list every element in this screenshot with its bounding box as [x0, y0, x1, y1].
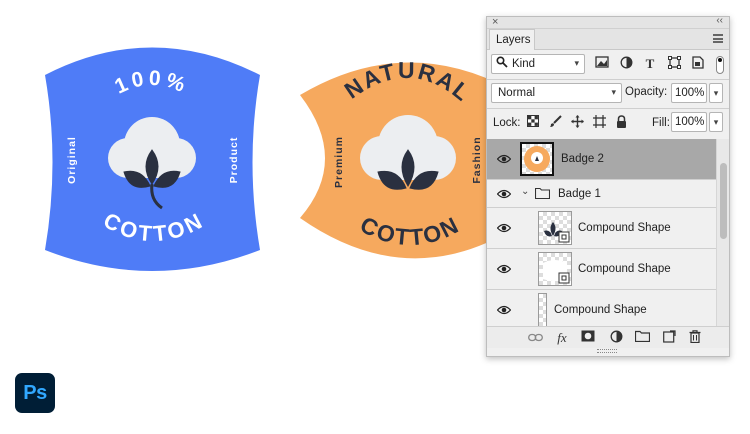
photoshop-logo-text: Ps [23, 381, 47, 404]
layer-name[interactable]: Badge 1 [558, 188, 601, 200]
collapse-panel-icon[interactable]: ‹‹ [716, 15, 723, 26]
filter-kind-label: Kind [512, 58, 536, 70]
lock-transparent-pixels-icon[interactable] [525, 115, 541, 131]
divider [487, 108, 729, 109]
layer-thumbnail [520, 142, 554, 176]
search-icon [496, 56, 508, 71]
trash-icon[interactable] [687, 330, 703, 346]
layer-row-badge-1[interactable]: ⌄ Badge 1 [487, 180, 716, 208]
visibility-eye-icon[interactable] [497, 223, 511, 233]
folder-icon [534, 187, 551, 202]
adjustment-filter-icon[interactable] [618, 56, 634, 72]
adjustment-icon[interactable] [608, 330, 624, 346]
blend-mode-select[interactable]: Normal ▾ [491, 83, 622, 103]
fill-label: Fill: [652, 117, 670, 129]
photoshop-logo: Ps [15, 373, 55, 413]
panel-title-bar[interactable]: × ‹‹ [487, 15, 729, 29]
visibility-eye-icon[interactable] [497, 264, 511, 274]
chevron-down-icon: ▾ [611, 87, 616, 97]
layer-name[interactable]: Compound Shape [578, 263, 671, 275]
layer-thumbnail [538, 252, 572, 286]
layer-row-compound-shape[interactable]: Compound Shape [487, 249, 716, 290]
chevron-down-icon: ▾ [574, 58, 579, 68]
layers-scrollbar[interactable] [716, 139, 729, 326]
layer-row-compound-shape[interactable]: Compound Shape [487, 290, 716, 326]
badge-1-right-text: Product [228, 137, 240, 184]
layer-thumbnail [538, 293, 547, 326]
layer-row-badge-2[interactable]: Badge 2 [487, 139, 716, 180]
layer-name[interactable]: Compound Shape [554, 304, 647, 316]
fill-slider-toggle[interactable]: ▾ [709, 112, 723, 132]
opacity-label: Opacity: [625, 86, 668, 98]
badge-2-left-text: Premium [333, 136, 345, 188]
layers-bottom-toolbar: fx [487, 326, 729, 348]
close-icon[interactable]: × [492, 16, 498, 28]
layer-row-compound-shape[interactable]: Compound Shape [487, 208, 716, 249]
image-filter-icon[interactable] [594, 56, 610, 72]
badge-1-left-text: Original [66, 136, 78, 184]
layer-thumbnail [538, 211, 572, 245]
folder-icon[interactable] [634, 330, 650, 346]
mask-icon[interactable] [580, 330, 596, 346]
opacity-slider-toggle[interactable]: ▾ [709, 83, 723, 103]
blend-options-row: Normal ▾ Opacity: 100% ▾ [487, 83, 729, 107]
scrollbar-thumb[interactable] [720, 163, 727, 239]
layers-list[interactable]: Badge 2 ⌄ Badge 1 Compound Shape Compoun… [487, 139, 729, 326]
type-filter-icon[interactable]: T [642, 56, 658, 72]
lock-image-pixels-icon[interactable] [547, 115, 563, 131]
group-expand-chevron-icon[interactable]: ⌄ [521, 186, 529, 197]
filter-kind-select[interactable]: Kind ▾ [491, 54, 585, 74]
blend-mode-value: Normal [498, 87, 536, 99]
tab-layers[interactable]: Layers [489, 29, 535, 50]
link-icon[interactable] [527, 330, 543, 346]
divider [487, 79, 729, 80]
panel-tab-row: Layers [487, 29, 729, 50]
opacity-input[interactable]: 100% [671, 83, 707, 103]
layer-name[interactable]: Badge 2 [561, 153, 604, 165]
new-layer-icon[interactable] [661, 330, 677, 346]
layer-filter-bar: Kind ▾ T [487, 54, 729, 78]
panel-menu-icon[interactable] [713, 34, 723, 43]
lock-all-icon[interactable] [613, 115, 629, 131]
layers-panel: × ‹‹ Layers Kind ▾ T Normal ▾ Opacity: 1… [486, 15, 730, 357]
lock-row: Lock: Fill: 100% ▾ [487, 112, 729, 136]
lock-artboard-icon[interactable] [591, 115, 607, 131]
smart-object-filter-icon[interactable] [690, 56, 706, 72]
lock-label: Lock: [493, 117, 521, 129]
visibility-eye-icon[interactable] [497, 189, 511, 199]
fx-icon[interactable]: fx [554, 330, 570, 346]
visibility-eye-icon[interactable] [497, 154, 511, 164]
shape-filter-icon[interactable] [666, 56, 682, 72]
fill-input[interactable]: 100% [671, 112, 707, 132]
lock-position-icon[interactable] [569, 115, 585, 131]
panel-resize-grip[interactable] [597, 349, 617, 353]
layer-name[interactable]: Compound Shape [578, 222, 671, 234]
filter-toggle-switch[interactable] [716, 56, 724, 74]
badge-2-right-text: Fashion [471, 136, 483, 183]
visibility-eye-icon[interactable] [497, 305, 511, 315]
